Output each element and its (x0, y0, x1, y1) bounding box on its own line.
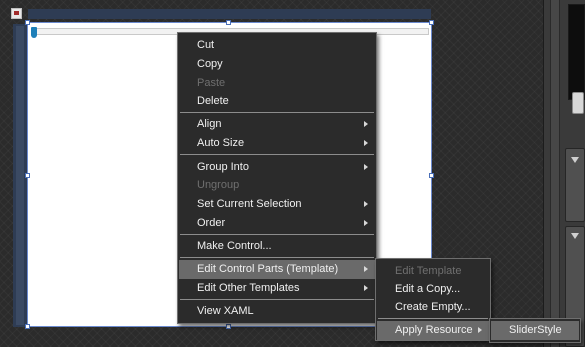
chevron-right-icon (478, 327, 482, 333)
right-panel-strip (550, 0, 560, 347)
context-menu: Cut Copy Paste Delete Align Auto Size Gr… (177, 32, 377, 324)
artboard-toggle-icon[interactable] (11, 8, 22, 19)
color-preview (568, 4, 585, 100)
chevron-right-icon (364, 285, 368, 291)
selection-handle-top[interactable] (226, 20, 231, 25)
chevron-right-icon (364, 140, 368, 146)
chevron-right-icon (364, 220, 368, 226)
selection-handle-bottom[interactable] (226, 324, 231, 329)
chevron-right-icon (364, 266, 368, 272)
template-submenu: Edit Template Edit a Copy... Create Empt… (375, 258, 491, 341)
menu-item-sliderstyle[interactable]: SliderStyle (491, 321, 579, 340)
menu-separator (180, 299, 374, 300)
selection-handle-top-left[interactable] (25, 20, 30, 25)
menu-item-auto-size[interactable]: Auto Size (179, 134, 375, 153)
panel-scrollbar-thumb[interactable] (572, 92, 584, 114)
selection-handle-bottom-left[interactable] (25, 324, 30, 329)
menu-item-apply-resource[interactable]: Apply Resource (377, 321, 489, 340)
menu-item-make-control[interactable]: Make Control... (179, 237, 375, 256)
menu-item-align[interactable]: Align (179, 115, 375, 134)
menu-item-delete[interactable]: Delete (179, 92, 375, 111)
chevron-right-icon (364, 121, 368, 127)
artboard-top-bar (28, 9, 431, 19)
selection-handle-right[interactable] (429, 173, 434, 178)
menu-separator (180, 112, 374, 113)
triangle-down-icon[interactable] (571, 157, 579, 163)
chevron-right-icon (364, 164, 368, 170)
selection-handle-top-right[interactable] (429, 20, 434, 25)
menu-item-view-xaml[interactable]: View XAML (179, 302, 375, 321)
menu-item-create-empty[interactable]: Create Empty... (377, 298, 489, 317)
menu-separator (180, 154, 374, 155)
menu-item-copy[interactable]: Copy (179, 55, 375, 74)
menu-separator (180, 234, 374, 235)
triangle-down-icon[interactable] (571, 233, 579, 239)
slider-thumb[interactable] (31, 27, 37, 38)
chevron-right-icon (364, 201, 368, 207)
menu-item-edit-a-copy[interactable]: Edit a Copy... (377, 280, 489, 299)
menu-separator (180, 257, 374, 258)
menu-item-paste: Paste (197, 77, 226, 89)
menu-item-cut[interactable]: Cut (179, 36, 375, 55)
resource-submenu: SliderStyle (489, 318, 581, 343)
menu-item-edit-template: Edit Template (395, 265, 462, 277)
menu-item-ungroup: Ungroup (197, 179, 240, 191)
menu-item-edit-other-templates[interactable]: Edit Other Templates (179, 279, 375, 298)
menu-item-edit-control-parts[interactable]: Edit Control Parts (Template) (179, 260, 375, 279)
menu-separator (378, 318, 488, 319)
menu-item-order[interactable]: Order (179, 214, 375, 233)
menu-item-set-current-selection[interactable]: Set Current Selection (179, 195, 375, 214)
selection-handle-left[interactable] (25, 173, 30, 178)
menu-item-group-into[interactable]: Group Into (179, 158, 375, 177)
